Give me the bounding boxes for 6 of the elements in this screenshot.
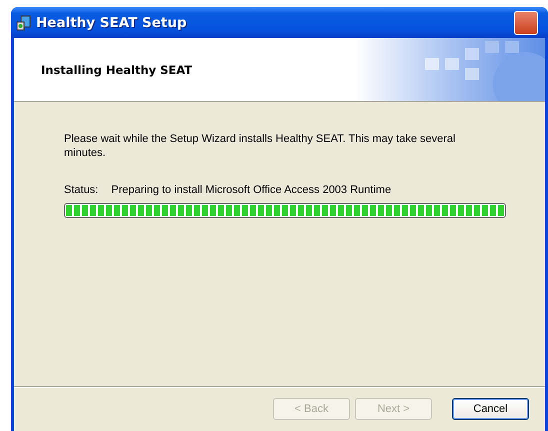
- window-title: Healthy SEAT Setup: [36, 14, 188, 30]
- status-label: Status:: [64, 184, 98, 196]
- info-message: Please wait while the Setup Wizard installs Healthy SEAT. This may take several minutes.: [64, 132, 456, 160]
- wizard-button[interactable]: Cancel: [452, 398, 529, 420]
- header-title: Installing Healthy SEAT: [41, 62, 192, 76]
- status-text: Preparing to install Microsoft Office Access 2003 Runtime: [111, 184, 392, 196]
